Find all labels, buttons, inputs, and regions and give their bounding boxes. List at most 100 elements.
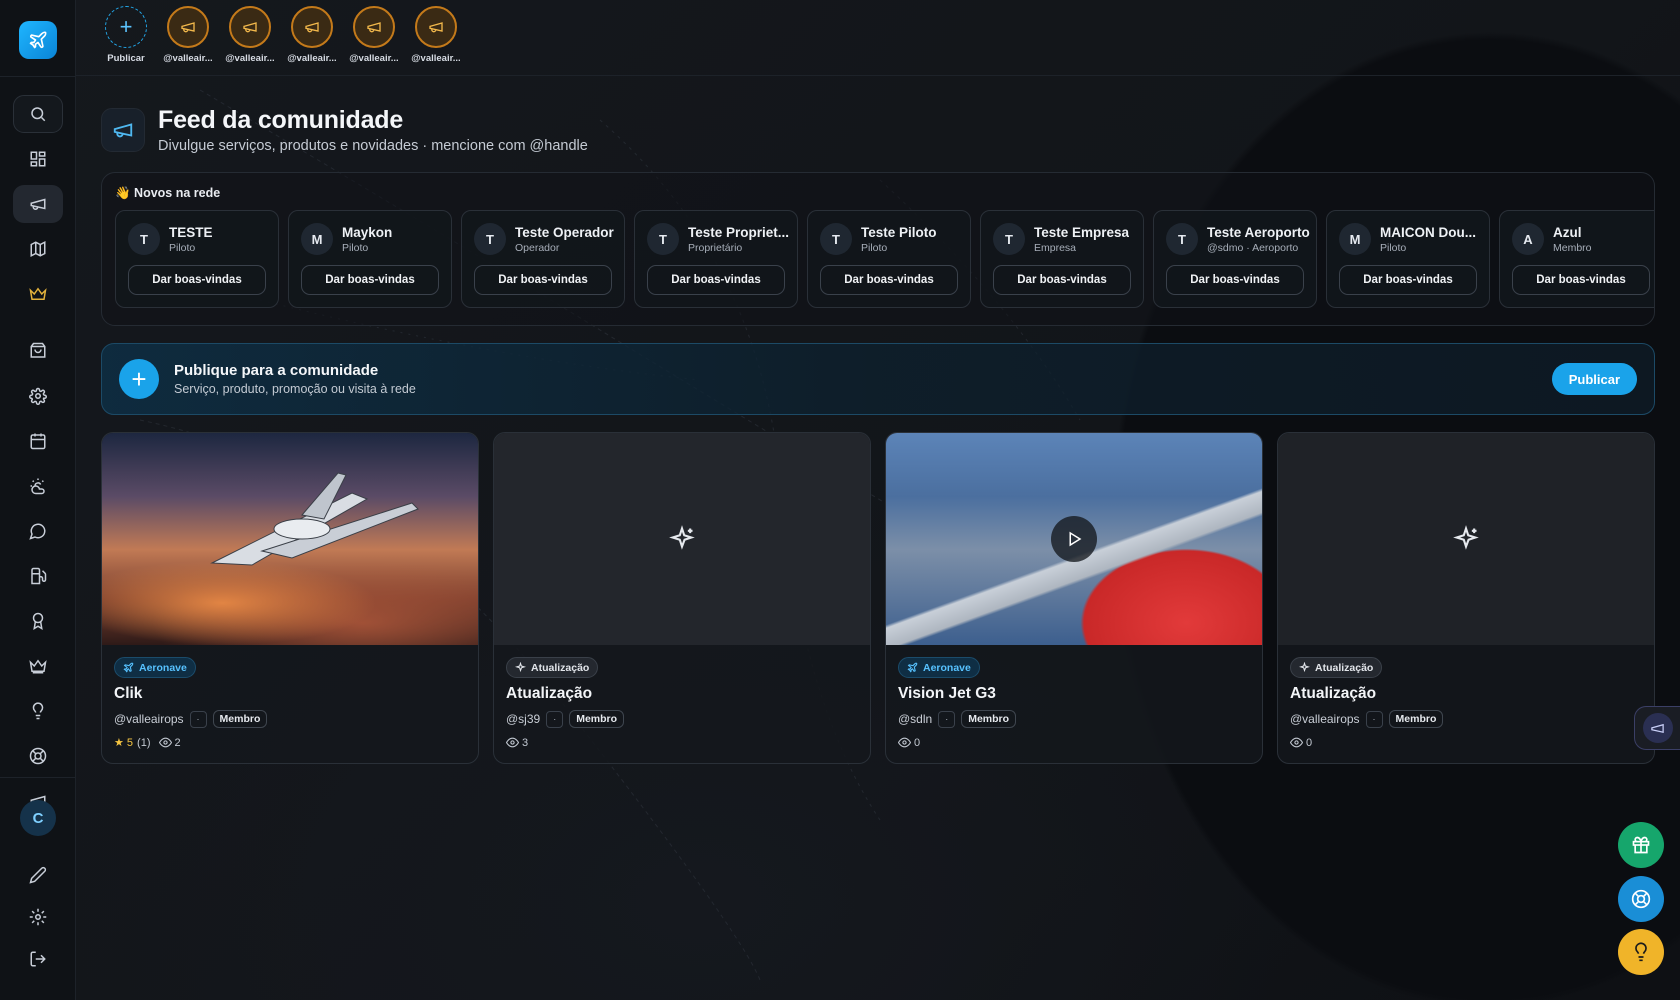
welcome-button[interactable]: Dar boas-vindas xyxy=(1166,265,1304,295)
post-title: Atualização xyxy=(1290,685,1377,702)
sidebar-item-calendar[interactable] xyxy=(13,422,63,460)
sidebar-item-dashboard[interactable] xyxy=(13,140,63,178)
category-tag: Atualização xyxy=(506,657,599,678)
sidebar-item-weather[interactable] xyxy=(13,467,63,505)
app-logo[interactable] xyxy=(18,21,57,59)
stories-bar: + Publicar @valleair... @valleair... @va… xyxy=(76,0,1680,76)
plane-icon xyxy=(123,662,134,673)
welcome-button[interactable]: Dar boas-vindas xyxy=(647,265,785,295)
story-label: @valleair... xyxy=(163,53,213,64)
sidebar-item-crown[interactable] xyxy=(13,647,63,685)
story-item[interactable]: @valleair... xyxy=(157,6,219,75)
publish-button[interactable]: Publicar xyxy=(1551,363,1637,395)
view-count: 0 xyxy=(914,736,921,749)
post-card[interactable]: Atualização Atualização @valleairops · M… xyxy=(1277,432,1655,764)
post-title: Atualização xyxy=(506,685,593,702)
sparkles-icon xyxy=(1453,525,1479,550)
post-image[interactable] xyxy=(102,433,478,645)
post-image-placeholder[interactable] xyxy=(1278,433,1654,645)
sidebar-item-ideas[interactable] xyxy=(13,692,63,730)
avatar: T xyxy=(820,223,852,255)
story-item[interactable]: @valleair... xyxy=(343,6,405,75)
shopping-bag-icon xyxy=(30,342,45,358)
author-handle[interactable]: @valleairops xyxy=(1290,712,1360,726)
logout-button[interactable] xyxy=(13,940,63,978)
welcome-button[interactable]: Dar boas-vindas xyxy=(474,265,612,295)
category-tag: Aeronave xyxy=(114,657,196,678)
post-card[interactable]: Aeronave Clik @valleairops · Membro ★ 5 … xyxy=(101,432,479,764)
post-card[interactable]: Aeronave Vision Jet G3 @sdln · Membro 0 xyxy=(885,432,1263,764)
welcome-button[interactable]: Dar boas-vindas xyxy=(301,265,439,295)
rating-count: (1) xyxy=(137,736,151,749)
member-role: @sdmo · Aeroporto xyxy=(1207,241,1299,254)
welcome-button[interactable]: Dar boas-vindas xyxy=(1512,265,1650,295)
rating: ★ 5 xyxy=(114,737,134,749)
chat-icon xyxy=(28,523,45,540)
sidebar-item-map[interactable] xyxy=(13,230,63,268)
avatar: M xyxy=(1339,223,1371,255)
publish-banner[interactable]: + Publique para a comunidade Serviço, pr… xyxy=(101,343,1655,415)
plane-icon xyxy=(907,662,918,673)
plus-icon[interactable]: + xyxy=(119,359,159,399)
separator-chip: · xyxy=(1365,710,1383,728)
sidebar-item-chat[interactable] xyxy=(13,512,63,550)
welcome-button[interactable]: Dar boas-vindas xyxy=(1339,265,1477,295)
megaphone-icon xyxy=(30,198,45,210)
settings-button[interactable] xyxy=(13,898,63,936)
page-header: Feed da comunidade Divulgue serviços, pr… xyxy=(101,106,1655,154)
gift-button[interactable] xyxy=(1618,822,1664,868)
story-label: @valleair... xyxy=(411,53,461,64)
ideas-button[interactable] xyxy=(1618,929,1664,975)
welcome-button[interactable]: Dar boas-vindas xyxy=(993,265,1131,295)
sidebar-item-services[interactable] xyxy=(13,377,63,415)
sidebar-item-awards[interactable] xyxy=(13,602,63,640)
eye-icon xyxy=(158,737,172,748)
member-role: Membro xyxy=(1553,241,1592,254)
separator-chip: · xyxy=(938,710,956,728)
member-role: Piloto xyxy=(1380,241,1407,254)
member-card: T Teste Propriet... Proprietário Dar boas-… xyxy=(634,210,798,308)
story-label: @valleair... xyxy=(287,53,337,64)
publish-title: Publique para a comunidade xyxy=(174,362,379,379)
eye-icon xyxy=(898,737,911,748)
member-badge: Membro xyxy=(569,710,625,728)
sparkles-icon xyxy=(515,662,526,673)
sidebar: C xyxy=(0,0,76,1000)
megaphone-icon xyxy=(167,6,209,48)
megaphone-icon xyxy=(291,6,333,48)
view-count: 2 xyxy=(174,736,181,749)
side-drawer-tab[interactable] xyxy=(1634,706,1680,750)
story-add[interactable]: + Publicar xyxy=(95,6,157,75)
author-handle[interactable]: @valleairops xyxy=(114,712,184,726)
author-handle[interactable]: @sj39 xyxy=(506,712,540,726)
posts-grid: Aeronave Clik @valleairops · Membro ★ 5 … xyxy=(101,432,1655,764)
help-button[interactable] xyxy=(1618,876,1664,922)
avatar: T xyxy=(474,223,506,255)
user-avatar[interactable]: C xyxy=(20,800,56,836)
dashboard-icon xyxy=(30,151,45,167)
member-name: Azul xyxy=(1553,224,1582,240)
welcome-button[interactable]: Dar boas-vindas xyxy=(128,265,266,295)
story-item[interactable]: @valleair... xyxy=(281,6,343,75)
member-role: Piloto xyxy=(169,241,196,254)
sidebar-item-support[interactable] xyxy=(13,737,63,775)
post-video-thumbnail[interactable] xyxy=(886,433,1262,645)
view-count: 3 xyxy=(522,736,529,749)
category-tag: Atualização xyxy=(1290,657,1383,678)
post-image-placeholder[interactable] xyxy=(494,433,870,645)
play-button[interactable] xyxy=(1051,516,1097,562)
sidebar-item-premium[interactable] xyxy=(13,275,63,313)
story-item[interactable]: @valleair... xyxy=(219,6,281,75)
post-card[interactable]: Atualização Atualização @sj39 · Membro 3 xyxy=(493,432,871,764)
sidebar-item-fuel[interactable] xyxy=(13,557,63,595)
member-name: Teste Operador xyxy=(515,224,614,240)
sidebar-search-button[interactable] xyxy=(12,95,63,133)
welcome-button[interactable]: Dar boas-vindas xyxy=(820,265,958,295)
story-item[interactable]: @valleair... xyxy=(405,6,467,75)
sidebar-item-feed[interactable] xyxy=(12,185,63,223)
author-handle[interactable]: @sdln xyxy=(898,712,932,726)
edit-profile-button[interactable] xyxy=(13,856,63,894)
member-role: Proprietário xyxy=(688,241,743,254)
tag-label: Atualização xyxy=(1315,661,1374,674)
sidebar-item-shop[interactable] xyxy=(13,332,63,370)
